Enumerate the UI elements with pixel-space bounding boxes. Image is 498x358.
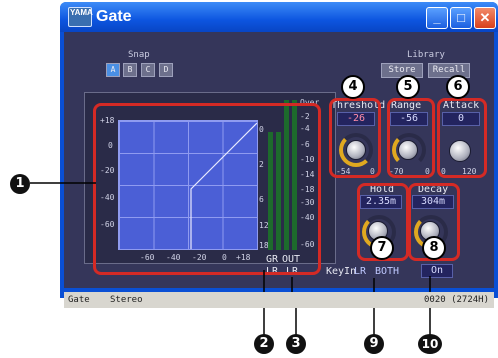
status-address: 0020 (2724H): [424, 295, 490, 305]
status-mode: Stereo: [110, 295, 143, 305]
status-module: Gate: [68, 295, 90, 305]
callout-2: 2: [254, 334, 274, 354]
status-bar: Gate Stereo 0020 (2724H): [64, 292, 494, 308]
callout-10: 10: [418, 334, 442, 354]
callout-3: 3: [286, 334, 306, 354]
callout-9: 9: [364, 334, 384, 354]
callout-1: 1: [10, 174, 30, 194]
